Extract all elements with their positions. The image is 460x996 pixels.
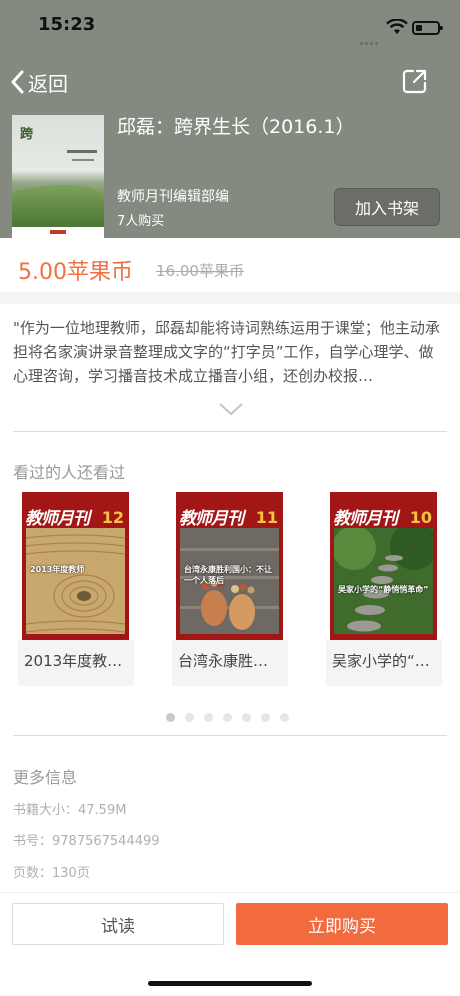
try-read-button[interactable]: 试读 <box>12 903 224 945</box>
chevron-down-icon[interactable] <box>218 402 244 416</box>
home-indicator[interactable] <box>148 981 312 986</box>
book-isbn: 书号：9787567544499 <box>13 834 160 849</box>
cover-masthead: 教师月刊 <box>25 509 90 529</box>
recommend-name: 2013年度教… <box>18 640 134 686</box>
book-author: 教师月刊编辑部编 <box>117 189 229 205</box>
price-row: 5.00苹果币 16.00苹果币 <box>0 238 460 292</box>
page-indicator[interactable] <box>166 713 299 723</box>
cover-image <box>26 528 125 634</box>
signal-icon <box>360 30 382 45</box>
recommend-cover: 教师月刊 11 台湾永康胜利国小：不让一个人落后 <box>176 492 283 640</box>
page-dot[interactable] <box>280 713 289 722</box>
buy-now-button[interactable]: 立即购买 <box>236 903 448 945</box>
recommend-name: 吴家小学的“… <box>326 640 442 686</box>
share-icon[interactable] <box>402 68 428 94</box>
bottom-action-bar: 试读 立即购买 <box>0 892 460 996</box>
recommend-name: 台湾永康胜… <box>172 640 288 686</box>
cover-caption: 吴家小学的“静悄悄革命” <box>338 585 429 594</box>
original-price: 16.00苹果币 <box>156 262 244 280</box>
battery-icon <box>412 21 443 35</box>
divider <box>13 735 447 736</box>
recommend-title: 看过的人还看过 <box>13 463 126 482</box>
book-size: 书籍大小：47.59M <box>13 803 127 818</box>
page-dot[interactable] <box>223 713 232 722</box>
status-bar: 15:23 <box>0 0 460 50</box>
book-description[interactable]: "作为一位地理教师，邱磊却能将诗词熟练运用于课堂；他主动承担将名家演讲录音整理成… <box>13 316 447 388</box>
more-info-title: 更多信息 <box>13 768 78 787</box>
recommend-item[interactable]: 教师月刊 10 吴家小学的“静悄悄革命” 吴家小学的“… <box>326 492 442 688</box>
cover-caption: 台湾永康胜利国小：不让一个人落后 <box>184 565 272 585</box>
page-dot[interactable] <box>166 713 175 722</box>
recommend-item[interactable]: 教师月刊 12 2013年度教师 2013年度教… <box>18 492 134 688</box>
back-label: 返回 <box>28 71 68 96</box>
recommend-cover: 教师月刊 12 2013年度教师 <box>22 492 129 640</box>
cover-issue: 10 <box>409 508 432 527</box>
cover-title: 跨 <box>20 127 34 142</box>
book-cover[interactable]: 跨 <box>12 115 104 238</box>
recommend-item[interactable]: 教师月刊 11 台湾永康胜利国小：不让一个人落后 台湾永康胜… <box>172 492 288 688</box>
page-dot[interactable] <box>242 713 251 722</box>
chevron-left-icon <box>11 70 24 94</box>
add-to-shelf-button[interactable]: 加入书架 <box>334 188 440 226</box>
book-title: 邱磊：跨界生长（2016.1） <box>117 116 355 138</box>
book-header: 15:23 返回 跨 邱磊：跨界生长（2016.1） 教师月刊编辑部编 7人购买… <box>0 0 460 238</box>
cover-issue: 11 <box>255 508 278 527</box>
cover-image <box>334 528 433 634</box>
status-time: 15:23 <box>38 14 96 35</box>
back-button[interactable]: 返回 <box>10 66 68 98</box>
buyer-count: 7人购买 <box>117 214 165 229</box>
page-dot[interactable] <box>185 713 194 722</box>
page-dot[interactable] <box>204 713 213 722</box>
cover-issue: 12 <box>101 508 124 527</box>
wifi-icon <box>386 19 408 34</box>
current-price: 5.00苹果币 <box>18 260 133 285</box>
book-pages: 页数：130页 <box>13 866 90 881</box>
cover-masthead: 教师月刊 <box>333 509 398 529</box>
cover-caption: 2013年度教师 <box>30 565 85 574</box>
cover-masthead: 教师月刊 <box>179 509 244 529</box>
divider <box>13 431 447 432</box>
page-dot[interactable] <box>261 713 270 722</box>
section-gap <box>0 292 460 304</box>
recommend-cover: 教师月刊 10 吴家小学的“静悄悄革命” <box>330 492 437 640</box>
